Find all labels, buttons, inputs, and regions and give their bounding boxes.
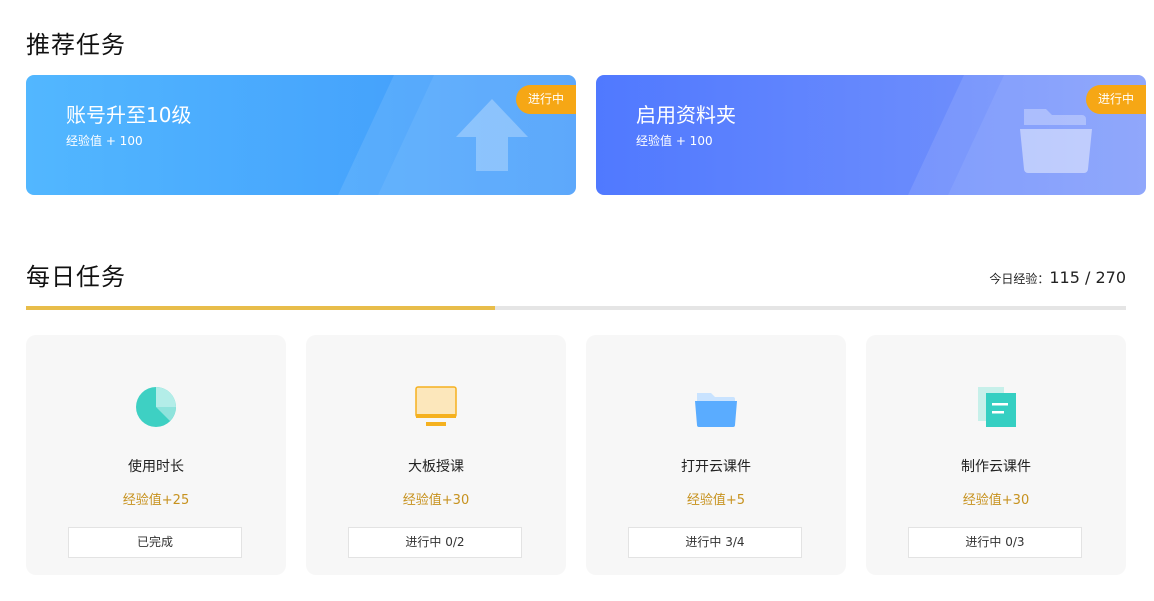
task-status-button[interactable]: 进行中 0/3 [908, 527, 1082, 558]
daily-progress-fill [26, 306, 495, 310]
folder-icon [695, 393, 737, 427]
task-exp: 经验值+30 [402, 493, 470, 508]
task-status-button[interactable]: 进行中 0/2 [348, 527, 522, 558]
task-status-button[interactable]: 已完成 [68, 527, 242, 558]
status-badge: 进行中 [1086, 85, 1146, 114]
task-exp: 经验值+30 [962, 493, 1030, 508]
today-exp-value: 115 / 270 [1049, 268, 1126, 287]
task-name: 制作云课件 [961, 459, 1031, 475]
today-exp-label: 今日经验： [989, 272, 1050, 286]
folder-icon [1020, 109, 1092, 173]
task-name: 打开云课件 [681, 459, 751, 475]
today-exp-summary: 今日经验：115 / 270 [989, 268, 1126, 287]
task-name: 大板授课 [408, 459, 464, 475]
task-exp: 经验值+25 [122, 493, 190, 508]
daily-task-card: 打开云课件 经验值+5 进行中 3/4 [586, 335, 846, 575]
recommended-task-name: 账号升至10级 [66, 103, 192, 127]
pie-chart-icon [136, 387, 176, 427]
daily-progress-bar [26, 306, 1126, 310]
recommended-task-name: 启用资料夹 [636, 103, 736, 127]
recommended-title: 推荐任务 [26, 31, 126, 59]
task-exp: 经验值+5 [686, 493, 746, 508]
document-icon [978, 387, 1016, 427]
recommended-task-exp: 经验值 + 100 [66, 134, 143, 148]
monitor-icon [415, 386, 457, 426]
daily-task-card: 制作云课件 经验值+30 进行中 0/3 [866, 335, 1126, 575]
task-name: 使用时长 [128, 459, 184, 475]
recommended-card-enable-folder[interactable]: 启用资料夹 经验值 + 100 进行中 [596, 75, 1146, 195]
daily-title: 每日任务 [26, 263, 126, 291]
status-badge: 进行中 [516, 85, 576, 114]
daily-task-card: 大板授课 经验值+30 进行中 0/2 [306, 335, 566, 575]
recommended-task-exp: 经验值 + 100 [636, 134, 713, 148]
task-status-button[interactable]: 进行中 3/4 [628, 527, 802, 558]
daily-task-card: 使用时长 经验值+25 已完成 [26, 335, 286, 575]
recommended-card-level-up[interactable]: 账号升至10级 经验值 + 100 进行中 [26, 75, 576, 195]
